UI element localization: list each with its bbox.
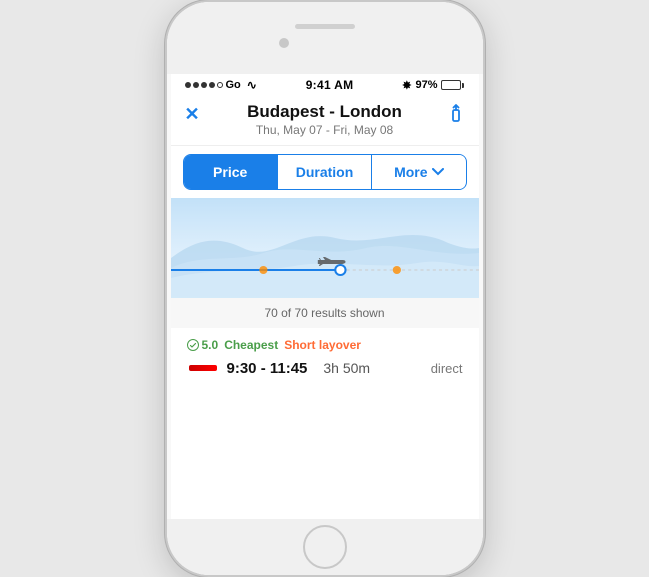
status-left: Go ∿ — [185, 78, 257, 92]
status-right: ✸ 97% — [402, 79, 464, 92]
flight-row: 9:30 - 11:45 3h 50m direct — [187, 358, 463, 378]
graph-svg — [171, 198, 479, 298]
speaker — [295, 24, 355, 29]
flight-card[interactable]: 5.0 Cheapest Short layover 9:30 - 11:45 … — [171, 328, 479, 388]
close-button[interactable]: ✕ — [185, 104, 200, 125]
screen: Go ∿ 9:41 AM ✸ 97% ✕ — [171, 74, 479, 519]
signal-dot-4 — [209, 82, 215, 88]
tab-duration[interactable]: Duration — [278, 155, 371, 189]
wifi-icon: ∿ — [247, 78, 257, 92]
carrier-label: Go — [226, 79, 241, 91]
layover-badge: Short layover — [284, 338, 361, 352]
camera — [279, 38, 289, 48]
results-count: 70 of 70 results shown — [171, 306, 479, 320]
signal-dot-5 — [217, 82, 223, 88]
battery-body — [441, 80, 461, 90]
status-bar: Go ∿ 9:41 AM ✸ 97% — [171, 74, 479, 96]
airline-logo-strip — [189, 365, 217, 371]
flight-duration: 3h 50m — [323, 360, 370, 376]
phone-hardware-bottom — [167, 519, 483, 575]
flight-type: direct — [431, 361, 463, 376]
price-graph — [171, 198, 479, 298]
rating-icon — [187, 339, 199, 351]
bluetooth-icon: ✸ — [402, 79, 411, 92]
route-dates: Thu, May 07 - Fri, May 08 — [256, 123, 393, 137]
cheapest-badge: Cheapest — [224, 338, 278, 352]
route-title: Budapest - London — [247, 102, 402, 122]
signal-dot-3 — [201, 82, 207, 88]
flight-header: ✕ Budapest - London Thu, May 07 - Fri, M… — [171, 96, 479, 146]
flight-times: 9:30 - 11:45 — [227, 360, 308, 377]
phone-hardware-top — [167, 2, 483, 74]
phone-frame: Go ∿ 9:41 AM ✸ 97% ✕ — [165, 0, 485, 577]
signal-strength — [185, 82, 223, 88]
filter-tabs: Price Duration More — [183, 154, 467, 190]
signal-dot-2 — [193, 82, 199, 88]
battery-percent: 97% — [415, 79, 437, 91]
tab-price[interactable]: Price — [184, 155, 277, 189]
battery-icon — [441, 80, 464, 90]
tab-more[interactable]: More — [372, 155, 465, 189]
airline-logo — [187, 358, 219, 378]
share-button[interactable] — [447, 104, 465, 129]
home-button[interactable] — [303, 525, 347, 569]
chevron-down-icon — [432, 168, 444, 176]
signal-dot-1 — [185, 82, 191, 88]
status-time: 9:41 AM — [306, 78, 354, 92]
rating-badge: 5.0 — [187, 338, 219, 352]
results-area: 70 of 70 results shown 5.0 Cheapest Shor… — [171, 298, 479, 388]
flight-badges: 5.0 Cheapest Short layover — [187, 338, 463, 352]
battery-tip — [462, 83, 464, 88]
